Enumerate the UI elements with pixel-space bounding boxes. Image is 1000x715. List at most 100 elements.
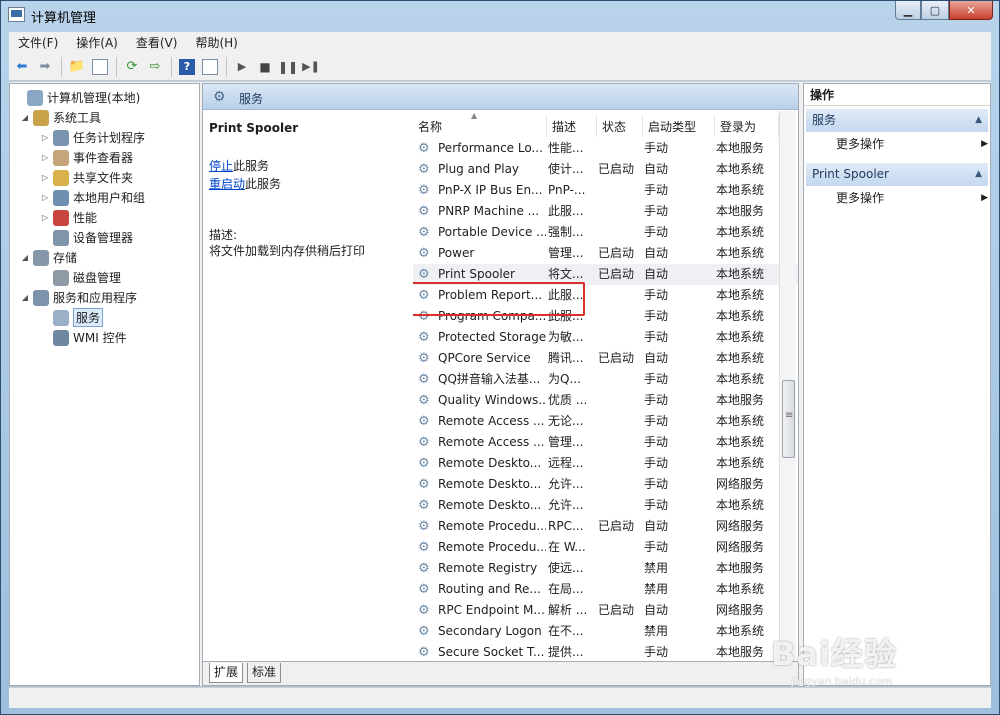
tree-node[interactable]: WMI 控件	[40, 328, 127, 347]
service-row[interactable]: ⚙ Portable Device ... 强制... 手动 本地系统	[413, 222, 798, 243]
expand-arrow-icon[interactable]: ◢	[20, 113, 30, 122]
restart-service-link[interactable]: 重启动	[209, 177, 245, 191]
service-row[interactable]: ⚙ PnP-X IP Bus En... PnP-... 手动 本地系统	[413, 180, 798, 201]
expand-arrow-icon[interactable]: ▷	[40, 193, 50, 202]
back-button[interactable]: ⬅	[11, 56, 33, 78]
service-gear-icon: ⚙	[418, 225, 430, 240]
export-list-button[interactable]: ⇨	[144, 56, 166, 78]
tree-node[interactable]: 服务	[40, 308, 104, 327]
up-level-button[interactable]: 📁	[66, 56, 88, 78]
tree-node[interactable]: ▷ 事件查看器	[40, 148, 133, 167]
service-status	[598, 495, 642, 516]
stop-service-button[interactable]: ■	[254, 56, 276, 78]
pane-title: 服务	[239, 92, 264, 106]
expand-arrow-icon[interactable]: ◢	[20, 293, 30, 302]
service-row[interactable]: ⚙ Remote Access ... 无论... 手动 本地系统	[413, 411, 798, 432]
scrollbar-thumb[interactable]	[782, 380, 795, 458]
column-header-description[interactable]: 描述	[547, 115, 597, 137]
maximize-button[interactable]: ▢	[921, 1, 949, 20]
close-button[interactable]: ✕	[949, 1, 993, 20]
restart-service-button[interactable]: ▶❚	[300, 56, 322, 78]
toolbar-separator	[61, 56, 62, 77]
start-service-button[interactable]: ▶	[231, 56, 253, 78]
service-startup-type: 手动	[644, 414, 669, 428]
show-hide-tree-button[interactable]	[89, 56, 111, 78]
service-row[interactable]: ⚙ Quality Windows... 优质 ... 手动 本地服务	[413, 390, 798, 411]
expand-arrow-icon[interactable]: ▷	[40, 173, 50, 182]
service-status: 已启动	[598, 267, 635, 281]
service-logon: 网络服务	[716, 540, 765, 554]
service-row[interactable]: ⚙ QQ拼音输入法基... 为Q... 手动 本地系统	[413, 369, 798, 390]
more-actions-print-spooler[interactable]: 更多操作 ▶	[836, 188, 988, 208]
service-startup-type: 自动	[644, 246, 669, 260]
help-button[interactable]: ?	[176, 56, 198, 78]
stop-service-link[interactable]: 停止	[209, 159, 233, 173]
service-row[interactable]: ⚙ Remote Procedu... 在 W... 手动 网络服务	[413, 537, 798, 558]
column-description-label: 描述	[552, 119, 577, 134]
service-row[interactable]: ⚙ Remote Deskto... 允许... 手动 本地系统	[413, 495, 798, 516]
forward-button[interactable]: ➡	[34, 56, 56, 78]
gear-icon	[53, 309, 69, 326]
menu-action[interactable]: 操作(A)	[67, 34, 127, 51]
service-name: Remote Access ...	[438, 435, 545, 449]
service-row[interactable]: ⚙ Remote Access ... 管理... 手动 本地系统	[413, 432, 798, 453]
service-row[interactable]: ⚙ Remote Deskto... 允许... 手动 网络服务	[413, 474, 798, 495]
menu-view[interactable]: 查看(V)	[127, 34, 187, 51]
menu-file[interactable]: 文件(F)	[9, 34, 67, 51]
tab-extended[interactable]: 扩展	[209, 663, 244, 683]
service-gear-icon: ⚙	[418, 414, 430, 429]
vertical-scrollbar[interactable]	[779, 111, 796, 661]
tree-node-label: WMI 控件	[73, 331, 127, 345]
pause-service-button[interactable]: ❚❚	[277, 56, 299, 78]
service-row[interactable]: ⚙ Remote Registry 使远... 禁用 本地服务	[413, 558, 798, 579]
show-action-pane-button[interactable]	[199, 56, 221, 78]
refresh-button[interactable]: ⟳	[121, 56, 143, 78]
tree-node[interactable]: ▷ 共享文件夹	[40, 168, 133, 187]
service-row[interactable]: ⚙ Plug and Play 使计... 已启动 自动 本地系统	[413, 159, 798, 180]
service-name: Protected Storage	[438, 330, 546, 344]
tree-node-label: 计算机管理(本地)	[47, 91, 141, 105]
tree-node[interactable]: ◢ 系统工具	[20, 108, 101, 127]
minimize-button[interactable]: ▁	[895, 1, 921, 20]
tab-standard[interactable]: 标准	[247, 663, 282, 683]
service-row[interactable]: ⚙ Secure Socket T... 提供... 手动 本地服务	[413, 642, 798, 661]
service-row[interactable]: ⚙ RPC Endpoint M... 解析 ... 已启动 自动 网络服务	[413, 600, 798, 621]
expand-arrow-icon[interactable]: ▷	[40, 133, 50, 142]
menu-help[interactable]: 帮助(H)	[186, 34, 246, 51]
service-name: QPCore Service	[438, 351, 531, 365]
tree-node[interactable]: ▷ 任务计划程序	[40, 128, 145, 147]
expand-arrow-icon[interactable]: ▷	[40, 153, 50, 162]
service-description: RPC...	[548, 519, 584, 533]
service-row[interactable]: ⚙ Remote Deskto... 远程... 手动 本地系统	[413, 453, 798, 474]
tree-node[interactable]: ◢ 存储	[20, 248, 77, 267]
column-header-name[interactable]: ▲ 名称	[413, 111, 547, 137]
service-row[interactable]: ⚙ Performance Lo... 性能... 手动 本地服务	[413, 138, 798, 159]
tree-node[interactable]: ◢ 服务和应用程序	[20, 288, 137, 307]
service-row[interactable]: ⚙ Secondary Logon 在不... 禁用 本地系统	[413, 621, 798, 642]
actions-section-services[interactable]: 服务 ▲	[806, 109, 988, 132]
service-row[interactable]: ⚙ Remote Procedu... RPC... 已启动 自动 网络服务	[413, 516, 798, 537]
service-row[interactable]: ⚙ Routing and Re... 在局... 禁用 本地系统	[413, 579, 798, 600]
service-row[interactable]: ⚙ Power 管理... 已启动 自动 本地系统	[413, 243, 798, 264]
column-header-status[interactable]: 状态	[597, 115, 643, 137]
service-row[interactable]: ⚙ Protected Storage 为敏... 手动 本地系统	[413, 327, 798, 348]
service-gear-icon: ⚙	[418, 645, 430, 660]
column-header-logon-as[interactable]: 登录为	[715, 115, 779, 137]
expand-arrow-icon[interactable]: ◢	[20, 253, 30, 262]
collapse-icon[interactable]: ▲	[975, 163, 982, 186]
more-actions-services[interactable]: 更多操作 ▶	[836, 134, 988, 154]
column-header-startup-type[interactable]: 启动类型	[643, 115, 715, 137]
stop-suffix: 此服务	[233, 159, 270, 173]
expand-arrow-icon[interactable]: ▷	[40, 213, 50, 222]
tree-node[interactable]: ▷ 本地用户和组	[40, 188, 145, 207]
tree-node[interactable]: 设备管理器	[40, 228, 133, 247]
service-status	[598, 537, 642, 558]
service-row[interactable]: ⚙ QPCore Service 腾讯... 已启动 自动 本地系统	[413, 348, 798, 369]
actions-section-print-spooler[interactable]: Print Spooler ▲	[806, 163, 988, 186]
service-row[interactable]: ⚙ PNRP Machine ... 此服... 手动 本地服务	[413, 201, 798, 222]
tree-node[interactable]: ▷ 性能	[40, 208, 97, 227]
tree-node[interactable]: 磁盘管理	[40, 268, 121, 287]
tree-node[interactable]: 计算机管理(本地)	[14, 88, 140, 107]
collapse-icon[interactable]: ▲	[975, 109, 982, 132]
title-bar[interactable]: 计算机管理 ▁ ▢ ✕	[1, 1, 999, 31]
